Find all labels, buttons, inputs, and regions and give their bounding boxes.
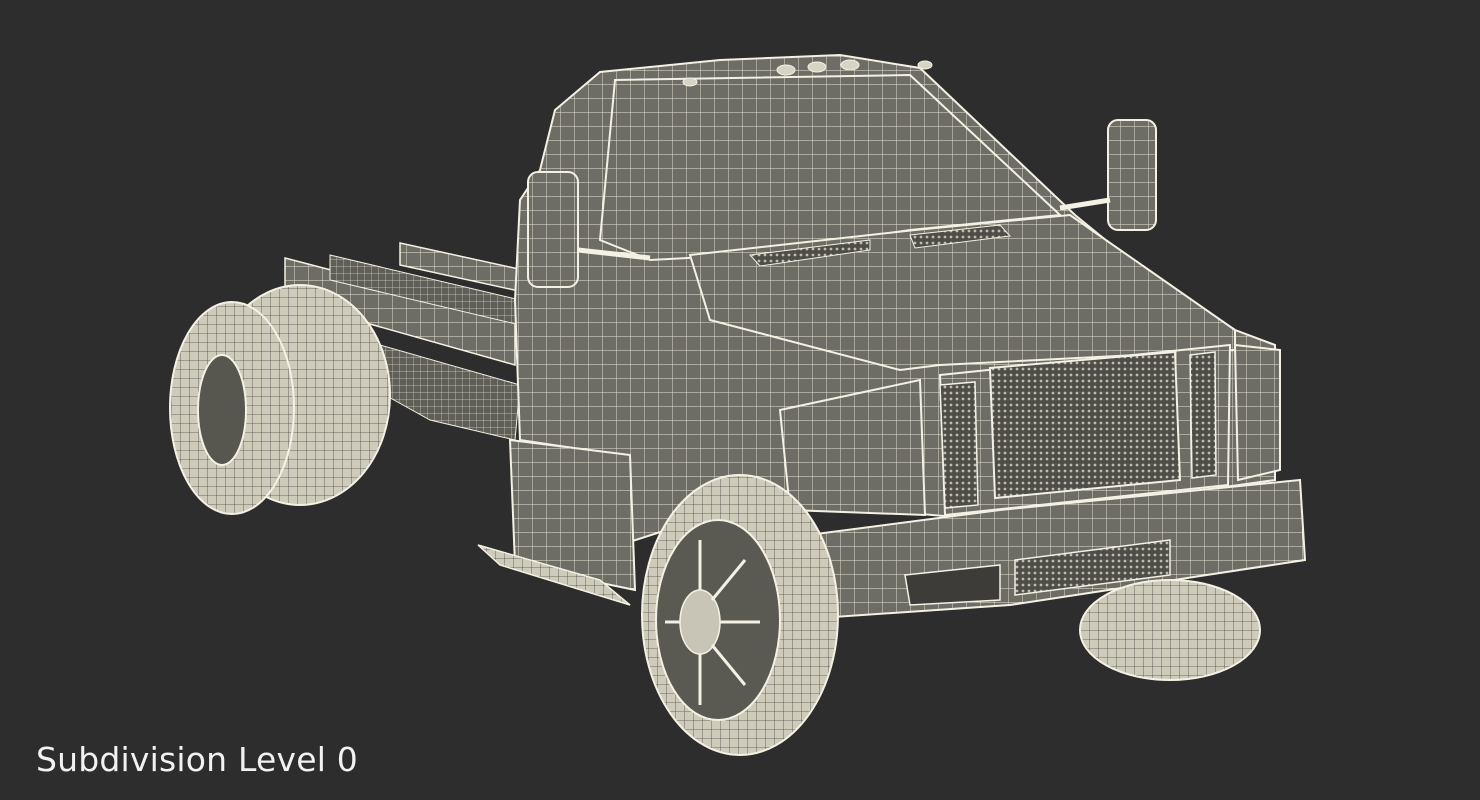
subdivision-level-caption: Subdivision Level 0 xyxy=(36,740,358,779)
render-viewport: Subdivision Level 0 xyxy=(0,0,1480,800)
side-step xyxy=(477,438,637,606)
truck-wireframe-render xyxy=(169,53,1307,756)
front-right-wheel xyxy=(1079,579,1261,681)
rear-wheels xyxy=(169,284,391,515)
front-left-wheel xyxy=(641,474,839,756)
